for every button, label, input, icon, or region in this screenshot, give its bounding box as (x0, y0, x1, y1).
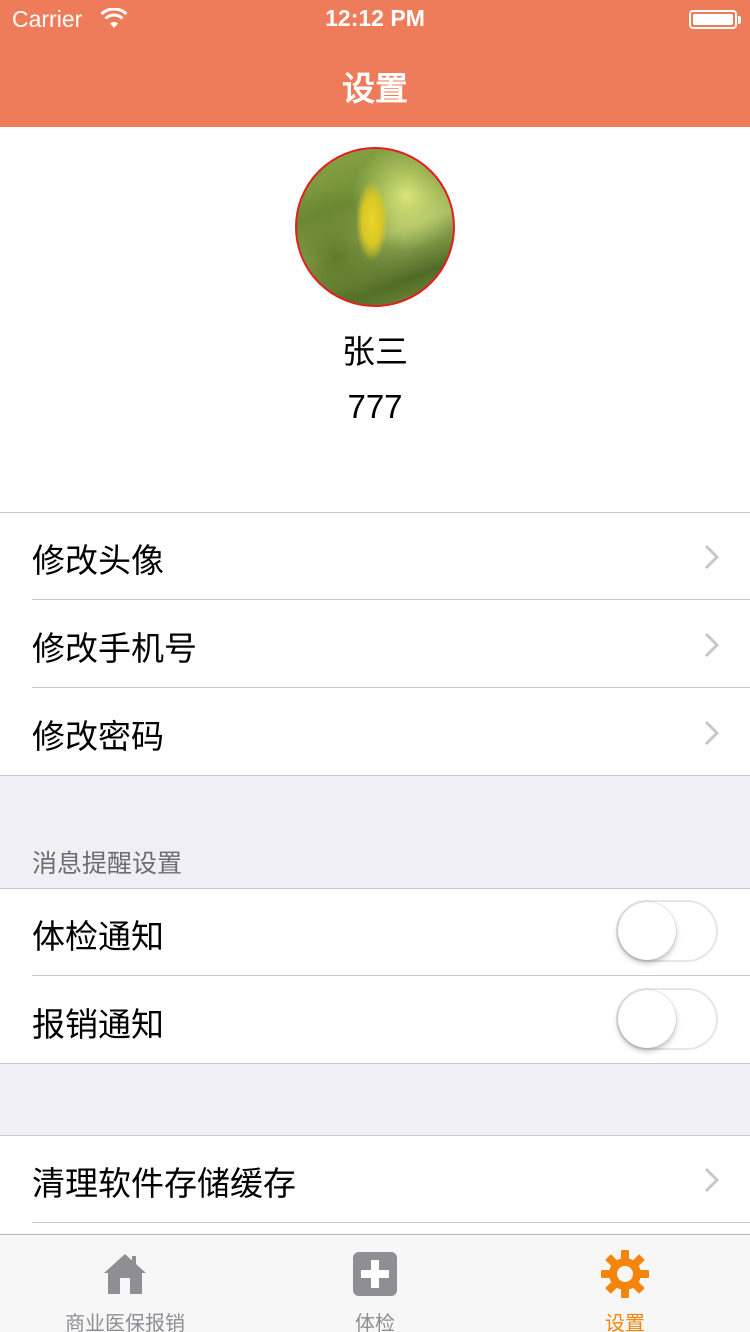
plus-box-icon (353, 1252, 397, 1296)
profile-section: 张三 777 (0, 127, 750, 512)
status-bar: Carrier 12:12 PM (0, 0, 750, 40)
checkup-notice-toggle[interactable] (616, 900, 718, 962)
change-avatar-label: 修改头像 (32, 541, 164, 580)
account-settings-group: 修改头像 修改手机号 修改密码 (0, 512, 750, 776)
chevron-right-icon (704, 1167, 720, 1193)
reimburse-notice-label: 报销通知 (32, 1005, 164, 1044)
clear-cache-row[interactable]: 清理软件存储缓存 (0, 1135, 750, 1223)
change-password-label: 修改密码 (32, 717, 164, 756)
avatar[interactable] (295, 147, 455, 307)
page-title: 设置 (342, 69, 408, 108)
notifications-section-header: 消息提醒设置 (0, 776, 750, 888)
battery-icon (689, 10, 741, 29)
change-avatar-row[interactable]: 修改头像 (0, 512, 750, 600)
toggle-knob (618, 902, 676, 960)
reimburse-notice-toggle[interactable] (616, 988, 718, 1050)
checkup-notice-row: 体检通知 (0, 888, 750, 976)
gear-icon (601, 1250, 649, 1298)
status-time: 12:12 PM (325, 5, 425, 31)
clear-cache-label: 清理软件存储缓存 (32, 1164, 296, 1203)
tab-bar: 商业医保报销 体检 设置 (0, 1234, 750, 1332)
tab-label: 设置 (605, 1311, 645, 1332)
toggle-knob (618, 990, 676, 1048)
tab-label: 体检 (355, 1311, 395, 1332)
section-gap (0, 1064, 750, 1135)
tab-settings[interactable]: 设置 (500, 1235, 750, 1332)
storage-group: 清理软件存储缓存 (0, 1135, 750, 1234)
change-phone-label: 修改手机号 (32, 629, 197, 668)
nav-bar: Carrier 12:12 PM 设置 (0, 0, 750, 127)
tab-label: 商业医保报销 (65, 1311, 185, 1332)
checkup-notice-label: 体检通知 (32, 917, 164, 956)
change-phone-row[interactable]: 修改手机号 (0, 600, 750, 688)
tab-reimbursement[interactable]: 商业医保报销 (0, 1235, 250, 1332)
home-icon (104, 1254, 146, 1294)
chevron-right-icon (704, 720, 720, 746)
section-header-label: 消息提醒设置 (32, 849, 183, 878)
chevron-right-icon (704, 632, 720, 658)
profile-id: 777 (347, 388, 403, 425)
profile-name: 张三 (342, 332, 408, 371)
reimburse-notice-row: 报销通知 (0, 976, 750, 1064)
change-password-row[interactable]: 修改密码 (0, 688, 750, 776)
notification-settings-group: 体检通知 报销通知 (0, 888, 750, 1064)
tab-checkup[interactable]: 体检 (250, 1235, 500, 1332)
chevron-right-icon (704, 544, 720, 570)
